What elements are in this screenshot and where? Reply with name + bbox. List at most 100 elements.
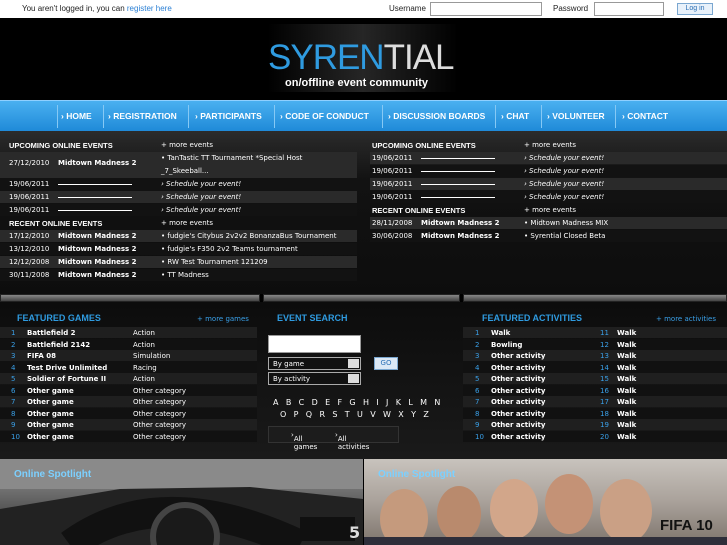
nav-registration[interactable]: › REGISTRATION bbox=[108, 111, 177, 121]
right-recent-more[interactable]: + more events bbox=[524, 206, 576, 214]
event-date: 19/06/2011 bbox=[372, 154, 413, 162]
game-rank: 4 bbox=[11, 363, 16, 372]
nav-home[interactable]: › HOME bbox=[61, 111, 92, 121]
more-games-link[interactable]: + more games bbox=[197, 315, 249, 323]
activity-row[interactable]: 10 Other activity 20 Walk bbox=[463, 430, 727, 442]
nav-participants[interactable]: › PARTICIPANTS bbox=[195, 111, 262, 121]
game-row[interactable]: 10 Other game Other category bbox=[0, 430, 257, 442]
game-row[interactable]: 3 FIFA 08 Simulation bbox=[0, 350, 257, 361]
activity-row[interactable]: 6 Other activity 16 Walk bbox=[463, 384, 727, 396]
list-item[interactable]: 19/06/2011 › Schedule your event! bbox=[0, 191, 357, 203]
fifa-badge: FIFA 10 bbox=[660, 517, 713, 534]
by-game-select[interactable]: By game bbox=[268, 357, 361, 370]
nav-discussion-boards[interactable]: › DISCUSSION BOARDS bbox=[388, 111, 485, 121]
event-date: 28/11/2008 bbox=[372, 219, 413, 227]
activity-title: Other activity bbox=[491, 375, 546, 383]
activity-row[interactable]: 2 Bowling 12 Walk bbox=[463, 338, 727, 350]
game-row[interactable]: 5 Soldier of Fortune II Action bbox=[0, 373, 257, 384]
all-activities-link[interactable]: › All activities bbox=[335, 431, 369, 451]
go-button[interactable]: GO bbox=[374, 357, 398, 370]
activity-row[interactable]: 5 Other activity 15 Walk bbox=[463, 373, 727, 384]
alphabet-row-2[interactable]: O P Q R S T U V W X Y Z bbox=[280, 410, 431, 419]
activity-rank: 18 bbox=[600, 409, 609, 418]
game-row[interactable]: 6 Other game Other category bbox=[0, 384, 257, 396]
list-item[interactable]: 17/12/2010 Midtown Madness 2 • fudgie's … bbox=[0, 230, 357, 242]
list-item[interactable]: 19/06/2011 › Schedule your event! bbox=[0, 204, 357, 216]
schedule-link[interactable]: › Schedule your event! bbox=[524, 154, 604, 162]
game-row[interactable]: 8 Other game Other category bbox=[0, 407, 257, 419]
activity-row[interactable]: 7 Other activity 17 Walk bbox=[463, 396, 727, 407]
page: { "top": { "logged_msg": "You aren't log… bbox=[0, 0, 727, 545]
list-item[interactable]: 27/12/2010 Midtown Madness 2 • TanTastic… bbox=[0, 152, 357, 178]
nav-chat[interactable]: › CHAT bbox=[501, 111, 529, 121]
game-row[interactable]: 2 Battlefield 2142 Action bbox=[0, 338, 257, 350]
activity-rank: 5 bbox=[475, 375, 480, 383]
game-title: Battlefield 2142 bbox=[27, 340, 91, 349]
username-input[interactable] bbox=[430, 2, 542, 16]
game-row[interactable]: 7 Other game Other category bbox=[0, 396, 257, 407]
left-recent-more[interactable]: + more events bbox=[161, 219, 213, 227]
alphabet-row-1[interactable]: A B C D E F G H I J K L M N bbox=[273, 398, 443, 407]
activity-row[interactable]: 1 Walk 11 Walk bbox=[463, 327, 727, 338]
spotlight-left[interactable]: Online Spotlight 5 bbox=[0, 459, 363, 545]
event-date: 19/06/2011 bbox=[372, 167, 413, 175]
search-input[interactable] bbox=[268, 335, 361, 353]
activity-row[interactable]: 4 Other activity 14 Walk bbox=[463, 361, 727, 373]
dropdown-arrow-icon bbox=[348, 374, 359, 383]
schedule-link[interactable]: › Schedule your event! bbox=[524, 193, 604, 201]
activity-row[interactable]: 3 Other activity 13 Walk bbox=[463, 350, 727, 361]
left-upcoming-more[interactable]: + more events bbox=[161, 141, 213, 149]
all-games-link[interactable]: › All games bbox=[291, 431, 317, 451]
list-item[interactable]: 19/06/2011 › Schedule your event! bbox=[370, 191, 727, 203]
spotlight-right[interactable]: Online Spotlight FIFA 10 bbox=[364, 459, 727, 545]
game-rank: 5 bbox=[11, 375, 16, 383]
schedule-link[interactable]: › Schedule your event! bbox=[524, 167, 604, 175]
nav-volunteer[interactable]: › VOLUNTEER bbox=[547, 111, 605, 121]
list-item[interactable]: 19/06/2011 › Schedule your event! bbox=[370, 152, 727, 164]
game-title: Other game bbox=[27, 432, 74, 441]
login-bar: You aren't logged in, you can register h… bbox=[0, 0, 727, 18]
game-row[interactable]: 1 Battlefield 2 Action bbox=[0, 327, 257, 338]
event-date: 17/12/2010 bbox=[9, 232, 50, 240]
list-item[interactable]: 19/06/2011 › Schedule your event! bbox=[0, 178, 357, 190]
activity-title: Walk bbox=[491, 329, 511, 337]
nav-contact[interactable]: › CONTACT bbox=[622, 111, 668, 121]
event-game: Midtown Madness 2 bbox=[58, 245, 137, 253]
event-date: 13/12/2010 bbox=[9, 245, 50, 253]
game-row[interactable]: 9 Other game Other category bbox=[0, 419, 257, 430]
schedule-link[interactable]: › Schedule your event! bbox=[161, 180, 241, 188]
schedule-link[interactable]: › Schedule your event! bbox=[524, 180, 604, 188]
list-item[interactable]: 19/06/2011 › Schedule your event! bbox=[370, 165, 727, 177]
login-button[interactable]: Log in bbox=[677, 3, 713, 15]
game-title: Other game bbox=[27, 409, 74, 418]
activity-row[interactable]: 8 Other activity 18 Walk bbox=[463, 407, 727, 419]
list-item[interactable]: 28/11/2008 Midtown Madness 2 • Midtown M… bbox=[370, 217, 727, 229]
schedule-link[interactable]: › Schedule your event! bbox=[161, 206, 241, 214]
list-item[interactable]: 13/12/2010 Midtown Madness 2 • fudgie's … bbox=[0, 243, 357, 255]
list-item[interactable]: 30/11/2008 Midtown Madness 2 • TT Madnes… bbox=[0, 269, 357, 281]
game-category: Action bbox=[133, 329, 155, 337]
activity-title: Walk bbox=[617, 398, 637, 406]
event-date: 19/06/2011 bbox=[372, 193, 413, 201]
schedule-link[interactable]: › Schedule your event! bbox=[161, 193, 241, 201]
list-item[interactable]: 19/06/2011 › Schedule your event! bbox=[370, 178, 727, 190]
list-item[interactable]: 12/12/2008 Midtown Madness 2 • RW Test T… bbox=[0, 256, 357, 268]
logo[interactable]: SYRENTIAL bbox=[268, 38, 455, 78]
divider-strip bbox=[0, 294, 260, 302]
tagline: on/offline event community bbox=[285, 77, 429, 89]
password-input[interactable] bbox=[594, 2, 664, 16]
list-item[interactable]: 30/06/2008 Midtown Madness 2 • Syrential… bbox=[370, 230, 727, 242]
event-title-text: fudgie's Citybus 2v2v2 BonanzaBus Tourna… bbox=[167, 232, 337, 240]
game-title: Other game bbox=[27, 398, 74, 406]
more-activities-link[interactable]: + more activities bbox=[656, 315, 716, 323]
right-upcoming-more[interactable]: + more events bbox=[524, 141, 576, 149]
activity-rank: 17 bbox=[600, 398, 609, 406]
register-link[interactable]: register here bbox=[127, 4, 172, 13]
empty-event-dash bbox=[421, 171, 495, 172]
activity-row[interactable]: 9 Other activity 19 Walk bbox=[463, 419, 727, 430]
nav-volunteer-label: VOLUNTEER bbox=[552, 111, 605, 121]
nav-code-of-conduct[interactable]: › CODE OF CONDUCT bbox=[280, 111, 369, 121]
game-row[interactable]: 4 Test Drive Unlimited Racing bbox=[0, 361, 257, 373]
by-activity-select[interactable]: By activity bbox=[268, 372, 361, 385]
activity-title: Other activity bbox=[491, 398, 546, 406]
